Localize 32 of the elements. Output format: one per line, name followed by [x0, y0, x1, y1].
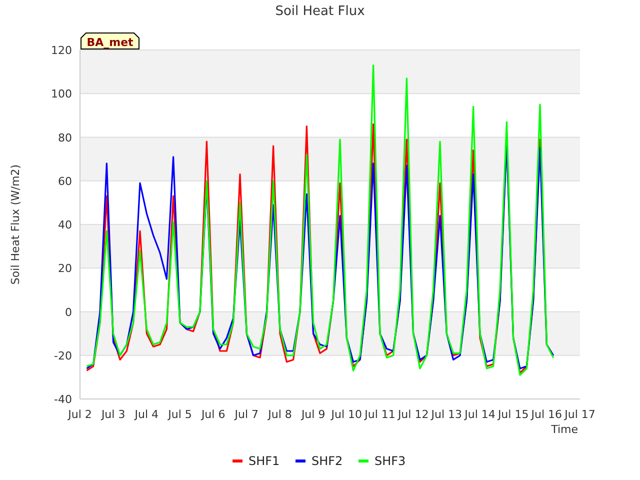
x-tick-label: Jul 15 — [498, 408, 529, 421]
legend-label: SHF3 — [374, 454, 406, 468]
y-tick-label: 120 — [51, 44, 72, 57]
x-tick-label: Jul 12 — [398, 408, 429, 421]
y-tick-label: 20 — [58, 262, 72, 276]
y-tick-label: -20 — [54, 349, 72, 362]
y-tick-label: 0 — [65, 306, 72, 319]
x-tick-label: Jul 5 — [168, 408, 192, 421]
x-tick-label: Jul 4 — [134, 408, 159, 421]
y-tick-label: 60 — [58, 174, 72, 188]
chart-title: Soil Heat Flux — [275, 4, 365, 19]
x-tick-label: Jul 6 — [201, 408, 226, 421]
x-tick-label: Jul 8 — [268, 408, 292, 421]
x-tick-label: Jul 9 — [301, 408, 326, 421]
x-tick-label: Jul 11 — [364, 408, 396, 421]
y-tick-label: 80 — [58, 131, 72, 144]
x-tick-label: Jul 10 — [331, 408, 362, 421]
x-tick-label: Jul 7 — [234, 408, 259, 421]
x-tick-label: Jul 16 — [531, 408, 562, 421]
x-tick-label: Jul 2 — [68, 408, 92, 421]
y-axis-label: Soil Heat Flux (W/m2) — [9, 164, 22, 285]
legend-label: SHF1 — [248, 454, 280, 468]
x-axis-label: Time — [551, 423, 578, 436]
y-tick-label: 40 — [58, 218, 72, 232]
y-tick-label: 100 — [51, 88, 72, 101]
x-tick-label: Jul 3 — [101, 408, 126, 421]
x-tick-label: Jul 17 — [564, 408, 596, 421]
site-badge: BA_met — [80, 32, 140, 50]
x-tick-label: Jul 13 — [431, 408, 462, 421]
y-tick-label: -40 — [54, 393, 72, 406]
x-tick-label: Jul 14 — [464, 408, 496, 421]
legend-label: SHF2 — [312, 454, 343, 468]
